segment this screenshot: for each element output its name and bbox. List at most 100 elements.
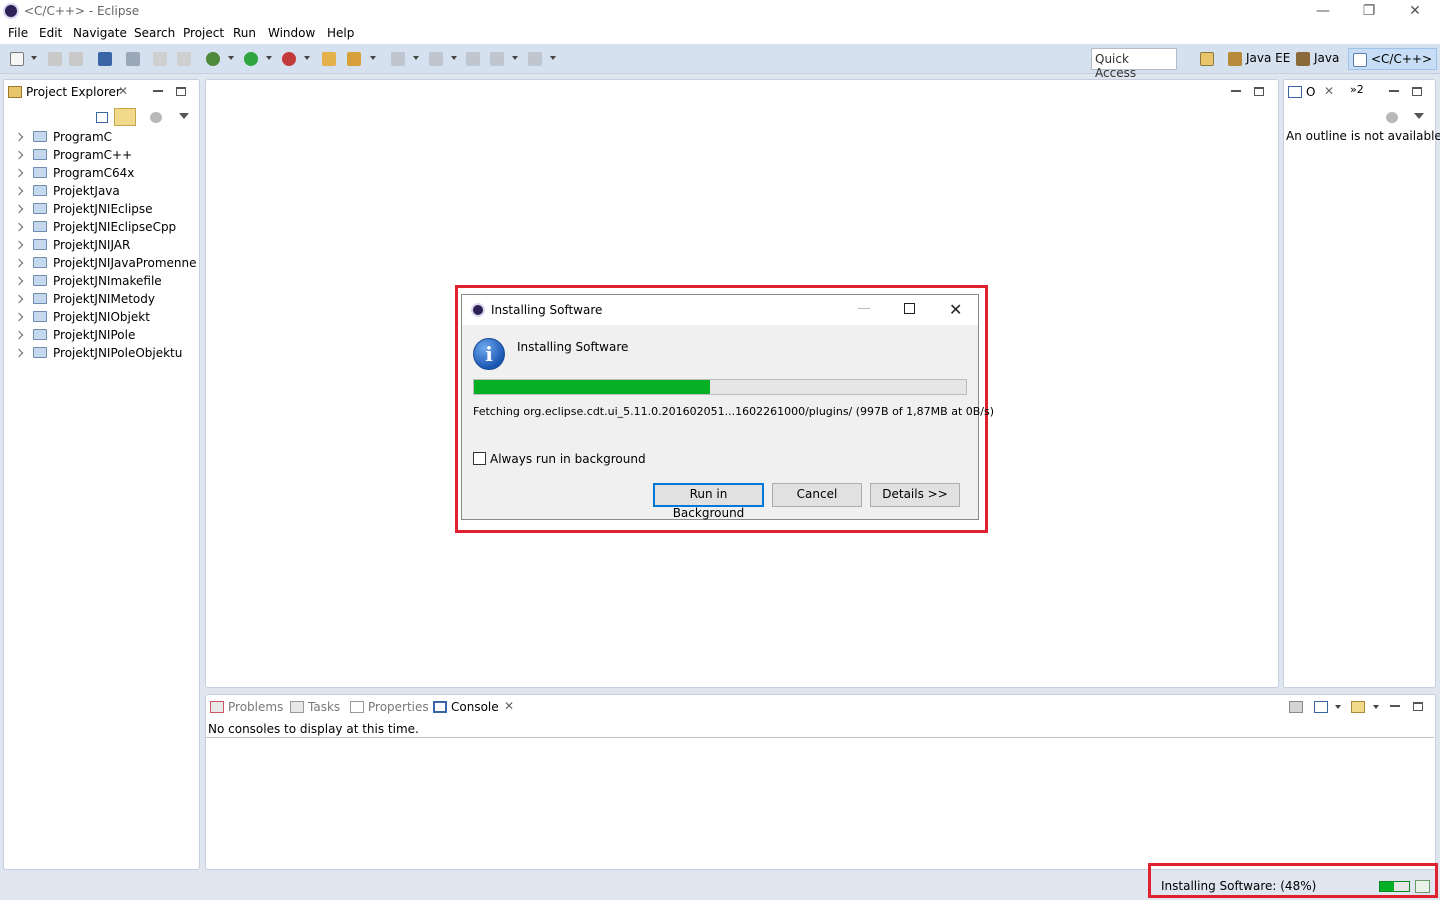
prev-annotation-icon[interactable] <box>429 52 443 66</box>
tab-tasks[interactable]: Tasks <box>286 695 346 719</box>
run-in-background-button[interactable]: Run in Background <box>653 483 764 520</box>
close-button[interactable]: ✕ <box>1392 0 1438 24</box>
menu-run[interactable]: Run <box>233 26 256 40</box>
details-button[interactable]: Details >> <box>870 483 960 507</box>
display-console-icon[interactable] <box>1314 701 1328 713</box>
open-console-dropdown-icon[interactable] <box>1373 705 1379 709</box>
external-tools-icon[interactable] <box>282 52 296 66</box>
external-tools-dropdown-icon[interactable] <box>304 56 310 60</box>
dialog-minimize-icon[interactable] <box>858 308 870 309</box>
debug-icon[interactable] <box>206 52 220 66</box>
link-with-editor-icon[interactable] <box>114 108 136 126</box>
properties-icon <box>350 701 364 713</box>
java-ee-icon <box>1228 52 1242 66</box>
debug-dropdown-icon[interactable] <box>228 56 234 60</box>
project-folder-icon <box>33 203 47 214</box>
perspective-java[interactable]: Java <box>1292 48 1343 70</box>
save-icon[interactable] <box>48 52 62 66</box>
perspective-cpp[interactable]: <C/C++> <box>1348 48 1438 70</box>
menu-window[interactable]: Window <box>268 26 315 40</box>
dialog-maximize-icon[interactable] <box>904 303 915 314</box>
quick-access-field[interactable]: Quick Access <box>1091 48 1177 80</box>
close-tab-icon[interactable]: ✕ <box>118 84 128 98</box>
minimize-console-icon[interactable] <box>1390 705 1400 707</box>
minimize-outline-icon[interactable] <box>1389 90 1399 92</box>
dialog-close-icon[interactable]: ✕ <box>949 300 962 319</box>
last-edit-icon[interactable] <box>466 52 480 66</box>
terminal-icon[interactable] <box>98 52 112 66</box>
expand-icon[interactable] <box>14 132 24 142</box>
display-console-dropdown-icon[interactable] <box>1335 705 1341 709</box>
menu-help[interactable]: Help <box>327 26 354 40</box>
close-console-icon[interactable]: ✕ <box>504 699 514 713</box>
tasks-icon <box>290 701 304 713</box>
always-run-in-background-checkbox[interactable] <box>473 452 486 465</box>
menu-project[interactable]: Project <box>183 26 224 40</box>
outline-filter-icon[interactable] <box>1386 112 1398 123</box>
tab-problems[interactable]: Problems <box>206 695 286 719</box>
restore-button[interactable]: ❐ <box>1346 0 1392 24</box>
new-icon[interactable] <box>10 52 24 66</box>
open-perspective-icon[interactable] <box>1200 52 1214 66</box>
save-all-icon[interactable] <box>69 52 83 66</box>
close-outline-icon[interactable]: ✕ <box>1324 84 1334 98</box>
skip-breakpoints-icon[interactable] <box>126 52 140 66</box>
status-text[interactable]: Installing Software: (48%) <box>1161 879 1316 893</box>
expand-icon[interactable] <box>14 312 24 322</box>
open-folder-icon[interactable] <box>322 52 336 66</box>
expand-icon[interactable] <box>14 150 24 160</box>
more-views-button[interactable]: »2 <box>1350 83 1364 96</box>
dialog-titlebar: Installing Software ✕ <box>462 295 978 325</box>
build-all-icon[interactable] <box>177 52 191 66</box>
next-annotation-dropdown-icon[interactable] <box>413 56 419 60</box>
menu-file[interactable]: File <box>8 26 28 40</box>
next-annotation-icon[interactable] <box>391 52 405 66</box>
expand-icon[interactable] <box>14 258 24 268</box>
perspective-java-ee[interactable]: Java EE <box>1224 48 1294 70</box>
maximize-view-icon[interactable] <box>176 87 186 96</box>
menu-search[interactable]: Search <box>134 26 175 40</box>
expand-icon[interactable] <box>14 186 24 196</box>
minimize-view-icon[interactable] <box>153 90 163 92</box>
run-icon[interactable] <box>244 52 258 66</box>
menu-navigate[interactable]: Navigate <box>73 26 127 40</box>
filter-icon[interactable] <box>150 112 162 123</box>
expand-icon[interactable] <box>14 348 24 358</box>
minimize-editor-icon[interactable] <box>1231 90 1241 92</box>
build-icon[interactable] <box>153 52 167 66</box>
forward-icon[interactable] <box>528 52 542 66</box>
run-dropdown-icon[interactable] <box>266 56 272 60</box>
collapse-all-icon[interactable] <box>96 112 108 123</box>
view-menu-icon[interactable] <box>179 113 189 119</box>
expand-icon[interactable] <box>14 168 24 178</box>
expand-icon[interactable] <box>14 222 24 232</box>
console-divider <box>206 737 1434 738</box>
expand-icon[interactable] <box>14 240 24 250</box>
pin-console-icon[interactable] <box>1289 701 1303 713</box>
expand-icon[interactable] <box>14 330 24 340</box>
project-folder-icon <box>33 149 47 160</box>
maximize-outline-icon[interactable] <box>1412 87 1422 96</box>
minimize-button[interactable]: — <box>1300 0 1346 24</box>
prev-annotation-dropdown-icon[interactable] <box>451 56 457 60</box>
search-dropdown-icon[interactable] <box>370 56 376 60</box>
back-dropdown-icon[interactable] <box>512 56 518 60</box>
progress-view-icon[interactable] <box>1415 880 1430 893</box>
maximize-editor-icon[interactable] <box>1254 87 1264 96</box>
cancel-button[interactable]: Cancel <box>772 483 862 507</box>
expand-icon[interactable] <box>14 204 24 214</box>
back-icon[interactable] <box>490 52 504 66</box>
forward-dropdown-icon[interactable] <box>550 56 556 60</box>
outline-view-menu-icon[interactable] <box>1414 113 1424 119</box>
open-console-icon[interactable] <box>1351 701 1365 713</box>
search-icon[interactable] <box>347 52 361 66</box>
problems-icon <box>210 701 224 713</box>
menu-edit[interactable]: Edit <box>39 26 62 40</box>
expand-icon[interactable] <box>14 294 24 304</box>
tab-properties[interactable]: Properties <box>346 695 430 719</box>
expand-icon[interactable] <box>14 276 24 286</box>
new-dropdown-icon[interactable] <box>31 56 37 60</box>
maximize-console-icon[interactable] <box>1413 702 1423 711</box>
status-progress-bar[interactable] <box>1379 881 1410 892</box>
outline-icon <box>1288 86 1302 98</box>
